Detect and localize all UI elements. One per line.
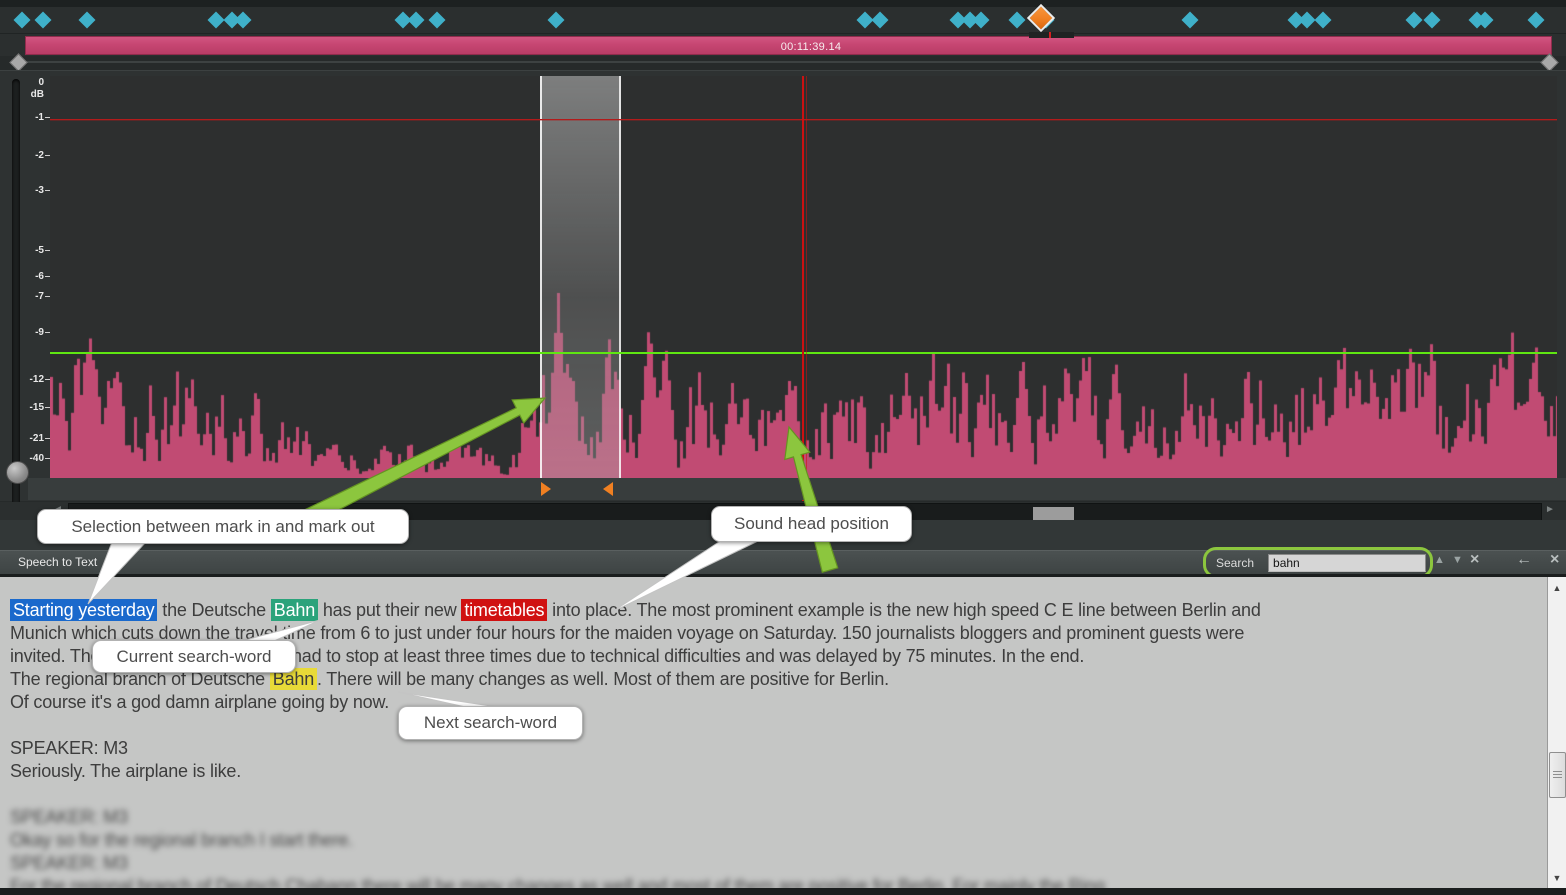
marker-diamond-icon[interactable] (408, 12, 425, 29)
progress-bar[interactable]: 00:11:39.14 (25, 36, 1552, 55)
db-label: -6 (4, 271, 44, 282)
panel-title: Speech to Text (18, 555, 97, 569)
db-label: -2 (4, 150, 44, 161)
marker-diamond-icon[interactable] (1528, 12, 1545, 29)
db-label: -12 (4, 374, 44, 385)
transcript-blurred: SPEAKER: M3Okay so for the regional bran… (10, 806, 1526, 888)
callout-next-search: Next search-word (398, 706, 583, 740)
scroll-up-icon[interactable]: ▲ (1548, 583, 1566, 593)
transcript-line: Of course it's a god damn airplane going… (10, 691, 1526, 714)
callout-current-search: Current search-word (92, 640, 296, 673)
mark-out-icon[interactable] (603, 482, 613, 496)
transcript-line (10, 783, 1526, 806)
current-position-marker-icon[interactable] (1027, 4, 1055, 32)
callout-sound-head: Sound head position (711, 506, 912, 542)
marker-lane[interactable] (0, 7, 1566, 34)
playhead-shadow (806, 76, 807, 501)
range-start-handle-icon[interactable] (9, 53, 27, 71)
progress-lane: 00:11:39.14 (0, 34, 1566, 56)
timestamp: 00:11:39.14 (726, 41, 896, 53)
marker-diamond-icon[interactable] (872, 12, 889, 29)
mark-strip[interactable] (28, 478, 1566, 500)
search-input[interactable] (1268, 554, 1426, 572)
transcript-line: Seriously. The airplane is like. (10, 760, 1526, 783)
selection-region[interactable] (540, 76, 621, 479)
waveform-panel (0, 70, 1566, 501)
range-slider-line (20, 61, 1550, 63)
zoom-range-playhead-tick (1049, 32, 1051, 38)
search-label: Search (1216, 556, 1254, 570)
vertical-scrollbar: ▲ ▼ (1547, 577, 1566, 888)
db-label: -15 (4, 402, 44, 413)
marker-diamond-icon[interactable] (429, 12, 446, 29)
marker-diamond-icon[interactable] (1009, 12, 1026, 29)
db-label: -21 (4, 433, 44, 444)
callout-selection: Selection between mark in and mark out (37, 509, 409, 544)
transcript-line (10, 714, 1526, 737)
db-label: -5 (4, 245, 44, 256)
db-label: 0 (4, 77, 44, 88)
transcript-line: Starting yesterday the Deutsche Bahn has… (10, 599, 1526, 622)
search-next-icon[interactable]: ▼ (1452, 554, 1463, 566)
hscroll-thumb[interactable] (1033, 507, 1074, 521)
scroll-right-icon[interactable]: ► (1545, 504, 1555, 515)
mark-in-icon[interactable] (541, 482, 551, 496)
db-label: -1 (4, 112, 44, 123)
db-label: -40 (4, 453, 44, 464)
marker-diamond-icon[interactable] (1315, 12, 1332, 29)
marker-diamond-icon[interactable] (1299, 12, 1316, 29)
marker-diamond-icon[interactable] (1424, 12, 1441, 29)
playhead[interactable] (802, 76, 804, 501)
db-label: -9 (4, 327, 44, 338)
marker-diamond-icon[interactable] (1406, 12, 1423, 29)
marker-diamond-icon[interactable] (1182, 12, 1199, 29)
window-bottom-edge (0, 888, 1566, 895)
search-prev-icon[interactable]: ▲ (1434, 554, 1445, 566)
marker-diamond-icon[interactable] (35, 12, 52, 29)
marker-diamond-icon[interactable] (14, 12, 31, 29)
vscroll-thumb[interactable] (1549, 752, 1566, 798)
speech-panel-header: Speech to Text Search ▲ ▼ × ← × (0, 550, 1566, 575)
marker-diamond-icon[interactable] (973, 12, 990, 29)
search-close-icon[interactable]: × (1470, 551, 1479, 569)
zoom-range-indicator[interactable] (1029, 32, 1074, 38)
marker-diamond-icon[interactable] (235, 12, 252, 29)
back-icon[interactable]: ← (1516, 551, 1532, 569)
marker-diamond-icon[interactable] (79, 12, 96, 29)
close-icon[interactable]: × (1550, 551, 1559, 569)
db-label: -3 (4, 185, 44, 196)
marker-diamond-icon[interactable] (548, 12, 565, 29)
db-label: -7 (4, 291, 44, 302)
transcript-area[interactable]: Starting yesterday the Deutsche Bahn has… (0, 577, 1566, 888)
db-scale: 0dB -1 -2 -3 -5 -6 -7 -9 -12 -15 -21 -40 (0, 70, 50, 500)
range-end-handle-icon[interactable] (1540, 53, 1558, 71)
marker-diamond-icon[interactable] (208, 12, 225, 29)
transcript-line: SPEAKER: M3 (10, 737, 1526, 760)
scroll-down-icon[interactable]: ▼ (1548, 873, 1566, 883)
window-top-edge (0, 0, 1566, 7)
db-label: dB (4, 89, 44, 100)
